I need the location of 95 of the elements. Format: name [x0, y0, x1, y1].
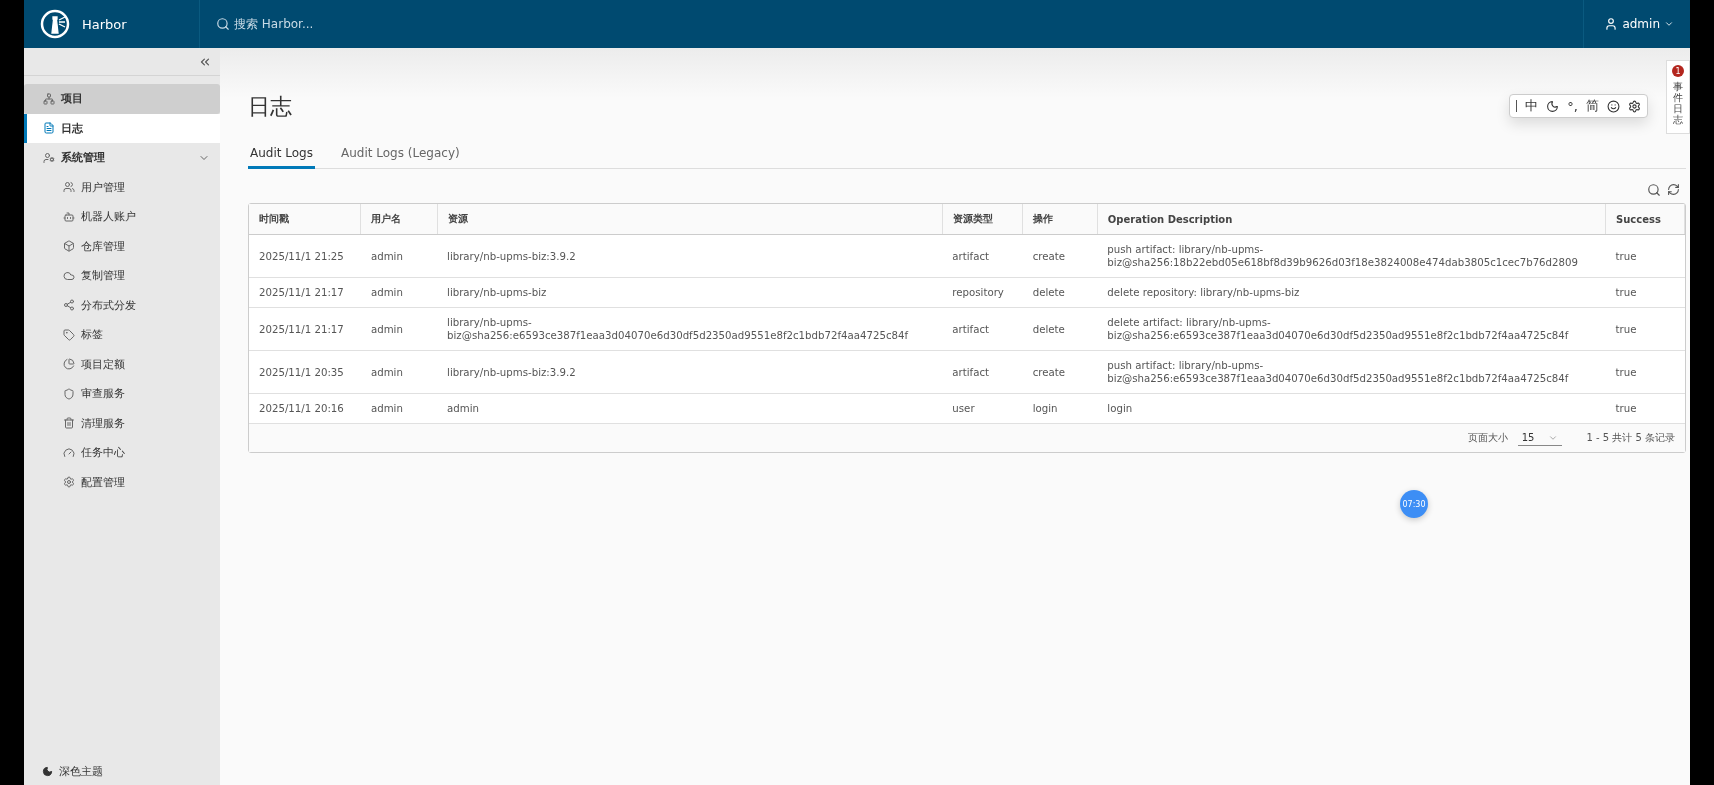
table-cell: 2025/11/1 21:17	[249, 307, 361, 351]
share-icon	[63, 299, 75, 312]
table-cell: artifact	[942, 350, 1023, 394]
table-cell: admin	[360, 393, 438, 424]
user-gear-icon	[43, 151, 55, 164]
table-cell: admin	[360, 234, 438, 278]
settings-icon	[63, 476, 75, 489]
table-cell: create	[1022, 350, 1098, 394]
table-cell: login	[1097, 393, 1606, 424]
search-icon	[216, 17, 230, 31]
sidebar-item[interactable]: 日志	[24, 113, 220, 143]
sidebar-item[interactable]: 复制管理	[24, 261, 220, 291]
table-cell: true	[1605, 393, 1685, 424]
table-cell: push artifact: library/nb-upms-biz@sha256:e6593ce387f1eaa3d04070e6d30df5d2350ad9551e8f2c1bdb72f4aa4725c84f	[1097, 350, 1606, 394]
sidebar-item[interactable]: 任务中心	[24, 438, 220, 468]
table-cell: admin	[360, 277, 438, 308]
moon-icon	[42, 766, 53, 777]
sidebar-item[interactable]: 审查服务	[24, 379, 220, 409]
record-count: 1 - 5 共计 5 条记录	[1586, 431, 1675, 445]
ime-button[interactable]: 中	[1525, 97, 1539, 115]
refresh-icon[interactable]	[1667, 183, 1680, 196]
settings-icon[interactable]	[1628, 99, 1641, 113]
sidebar-item[interactable]: 清理服务	[24, 408, 220, 438]
table-cell: true	[1605, 350, 1685, 394]
table-cell: library/nb-upms-biz:3.9.2	[437, 234, 943, 278]
table-cell: true	[1605, 277, 1685, 308]
table-cell: delete	[1022, 277, 1098, 308]
table-cell: library/nb-upms-biz@sha256:e6593ce387f1eaa3d04070e6d30df5d2350ad9551e8f2c1bdb72f4aa4725c84f	[437, 307, 943, 351]
users-icon	[63, 181, 75, 194]
column-header[interactable]: Success	[1605, 204, 1685, 235]
moon-icon[interactable]	[1546, 99, 1560, 113]
sidebar-item[interactable]: 分布式分发	[24, 290, 220, 320]
table-cell: 2025/11/1 20:35	[249, 350, 361, 394]
theme-toggle[interactable]: 深色主题	[24, 764, 220, 785]
table-cell: user	[942, 393, 1023, 424]
page-size-label: 页面大小	[1467, 431, 1508, 445]
table-cell: login	[1022, 393, 1098, 424]
table-cell: repository	[942, 277, 1023, 308]
table-cell: admin	[437, 393, 943, 424]
sidebar-item[interactable]: 配置管理	[24, 467, 220, 497]
shield-icon	[63, 387, 75, 400]
trash-icon	[63, 417, 75, 430]
table-cell: admin	[360, 350, 438, 394]
sidebar-item[interactable]: 系统管理	[24, 143, 220, 173]
brand-name: Harbor	[82, 16, 127, 32]
column-header[interactable]: 操作	[1022, 204, 1098, 235]
table-cell: admin	[360, 307, 438, 351]
table-cell: artifact	[942, 234, 1023, 278]
page-size-select[interactable]: 15	[1517, 430, 1563, 446]
smile-icon[interactable]	[1607, 99, 1620, 113]
user-icon	[1604, 17, 1619, 31]
column-header[interactable]: 资源类型	[942, 204, 1023, 235]
table-cell: delete	[1022, 307, 1098, 351]
cube-icon	[63, 240, 75, 253]
sidebar-item[interactable]: 标签	[24, 320, 220, 350]
side-tab-label: 事件日志	[1673, 81, 1683, 125]
robot-icon	[63, 210, 75, 223]
column-header[interactable]: 用户名	[360, 204, 438, 235]
side-tab[interactable]: 1 事件日志	[1666, 60, 1690, 134]
table-cell: 2025/11/1 20:16	[249, 393, 361, 424]
notification-badge: 1	[1672, 65, 1684, 77]
hierarchy-icon	[43, 92, 55, 105]
caret-icon	[1664, 19, 1674, 29]
ime-button[interactable]: 简	[1586, 97, 1599, 115]
table-cell: true	[1605, 234, 1685, 278]
sidebar-item[interactable]: 项目定额	[24, 349, 220, 379]
column-header[interactable]: Operation Description	[1097, 204, 1606, 235]
column-header[interactable]: 资源	[437, 204, 943, 235]
page-title: 日志	[248, 93, 292, 121]
table-cell: 2025/11/1 21:17	[249, 277, 361, 308]
sidebar-item[interactable]: 项目	[24, 84, 220, 114]
table-cell: 2025/11/1 21:25	[249, 234, 361, 278]
table-cell: artifact	[942, 307, 1023, 351]
gauge-icon	[63, 446, 75, 459]
table-cell: delete repository: library/nb-upms-biz	[1097, 277, 1606, 308]
tab[interactable]: Audit Logs (Legacy)	[339, 140, 462, 169]
table-cell: library/nb-upms-biz	[437, 277, 943, 308]
tab[interactable]: Audit Logs	[248, 140, 315, 169]
table-cell: true	[1605, 307, 1685, 351]
sidebar-item[interactable]: 仓库管理	[24, 231, 220, 261]
table-cell: library/nb-upms-biz:3.9.2	[437, 350, 943, 394]
sidebar-item[interactable]: 机器人账户	[24, 202, 220, 232]
pie-icon	[63, 358, 75, 371]
column-header[interactable]: 时间戳	[249, 204, 361, 235]
document-icon	[43, 122, 55, 135]
lighthouse-logo-icon	[40, 9, 70, 39]
cloud-icon	[63, 269, 75, 282]
tag-icon	[63, 328, 75, 341]
table-cell: delete artifact: library/nb-upms-biz@sha256:e6593ce387f1eaa3d04070e6d30df5d2350ad9551e8f2c1bdb72f4aa4725c84f	[1097, 307, 1606, 351]
search-field[interactable]: 搜索 Harbor...	[216, 15, 314, 33]
search-icon[interactable]	[1647, 183, 1661, 197]
table-cell: push artifact: library/nb-upms-biz@sha256:18b22ebd05e618bf8d39b9626d03f18e3824008e474dab3805c1cec7b76d2809	[1097, 234, 1606, 278]
table-cell: create	[1022, 234, 1098, 278]
ime-button[interactable]: °,	[1567, 98, 1578, 114]
sidebar-item[interactable]: 用户管理	[24, 172, 220, 202]
